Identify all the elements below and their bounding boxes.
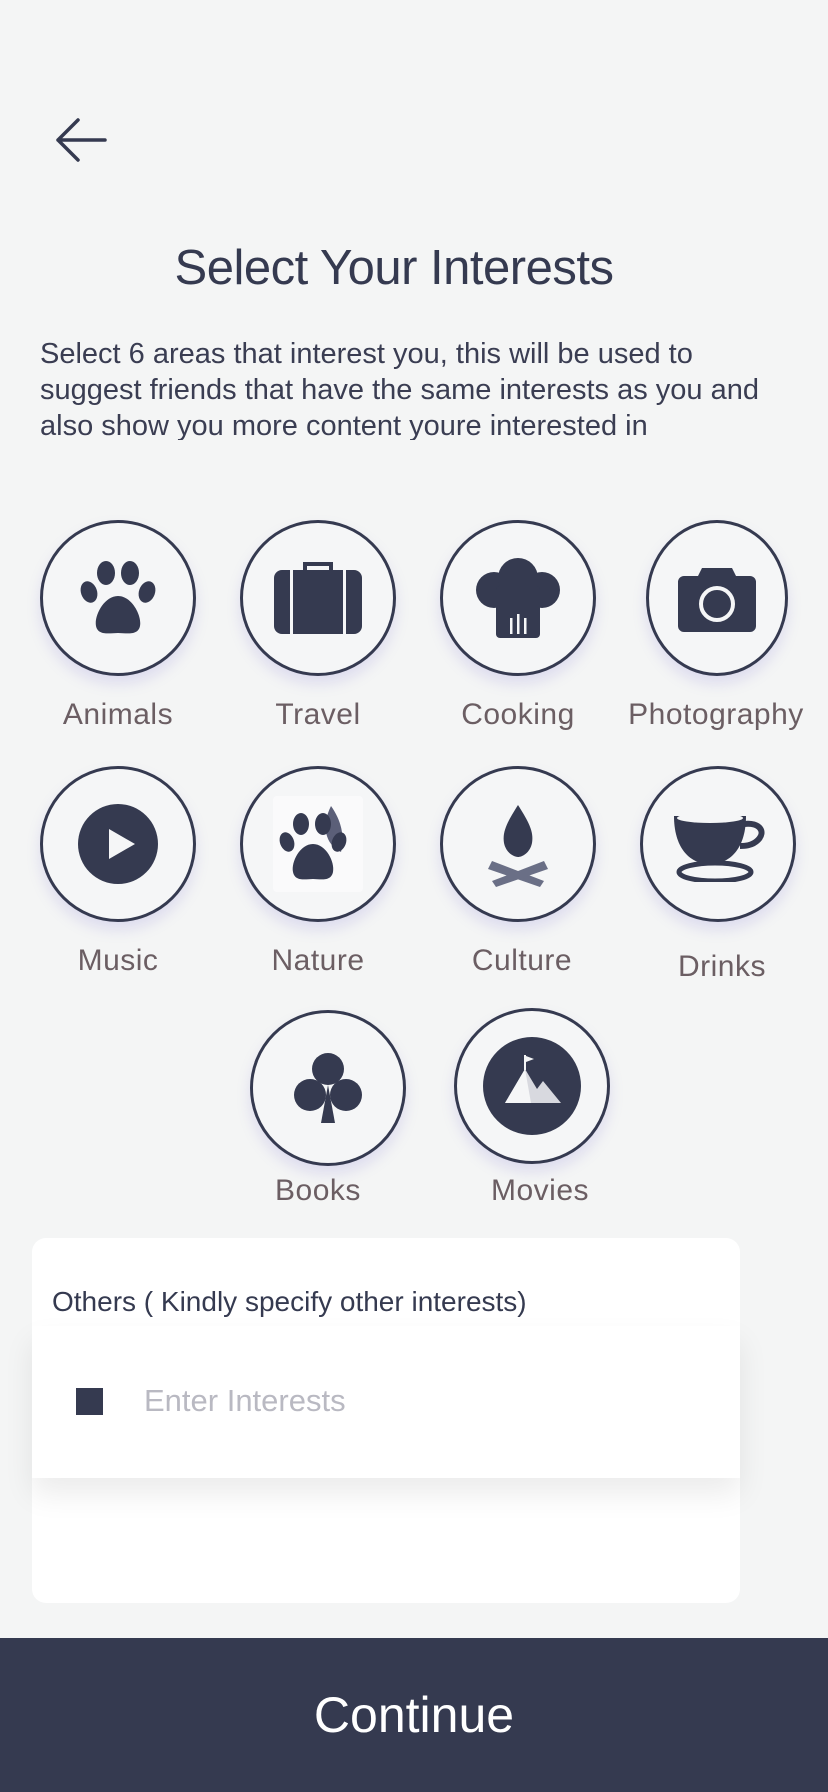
interest-photography[interactable]: Photography — [628, 520, 828, 731]
play-icon — [78, 804, 158, 884]
arrow-left-icon — [56, 118, 107, 162]
interest-label: Travel — [275, 698, 361, 731]
coffee-cup-icon — [674, 813, 765, 882]
interest-label: Nature — [271, 944, 365, 977]
page-description: Select 6 areas that interest you, this w… — [40, 338, 759, 440]
interest-label: Music — [77, 944, 159, 977]
paw-leaf-icon — [273, 796, 363, 892]
interest-books[interactable]: Books — [250, 1010, 450, 1220]
interest-culture[interactable]: Culture — [440, 766, 640, 977]
interest-label: Animals — [62, 698, 174, 731]
interest-label: Cooking — [461, 698, 575, 731]
interest-label: Books — [275, 1174, 361, 1207]
interest-nature[interactable]: Nature — [240, 766, 440, 977]
interest-label: Culture — [471, 944, 573, 977]
continue-button[interactable]: Continue — [0, 1638, 828, 1792]
suitcase-icon — [274, 562, 362, 634]
interest-drinks[interactable]: Drinks — [640, 766, 828, 983]
interest-label: Drinks — [677, 950, 766, 983]
interest-label: Photography — [628, 698, 804, 731]
back-button[interactable] — [50, 110, 120, 170]
chef-hat-icon — [476, 558, 560, 638]
mountain-flag-icon — [483, 1037, 581, 1135]
others-header: Others ( Kindly specify other interests) — [52, 1286, 527, 1317]
paw-icon — [80, 561, 156, 634]
interest-label: Movies — [490, 1174, 590, 1207]
campfire-icon — [488, 805, 548, 887]
club-icon — [294, 1053, 362, 1123]
interest-movies[interactable]: Movies — [454, 1008, 654, 1218]
camera-icon — [678, 568, 756, 632]
bullet-icon — [76, 1388, 103, 1415]
others-input-row — [32, 1326, 740, 1478]
others-card: Others ( Kindly specify other interests) — [32, 1238, 740, 1603]
page-title: Select Your Interests — [174, 241, 614, 295]
interests-input[interactable] — [144, 1370, 704, 1432]
